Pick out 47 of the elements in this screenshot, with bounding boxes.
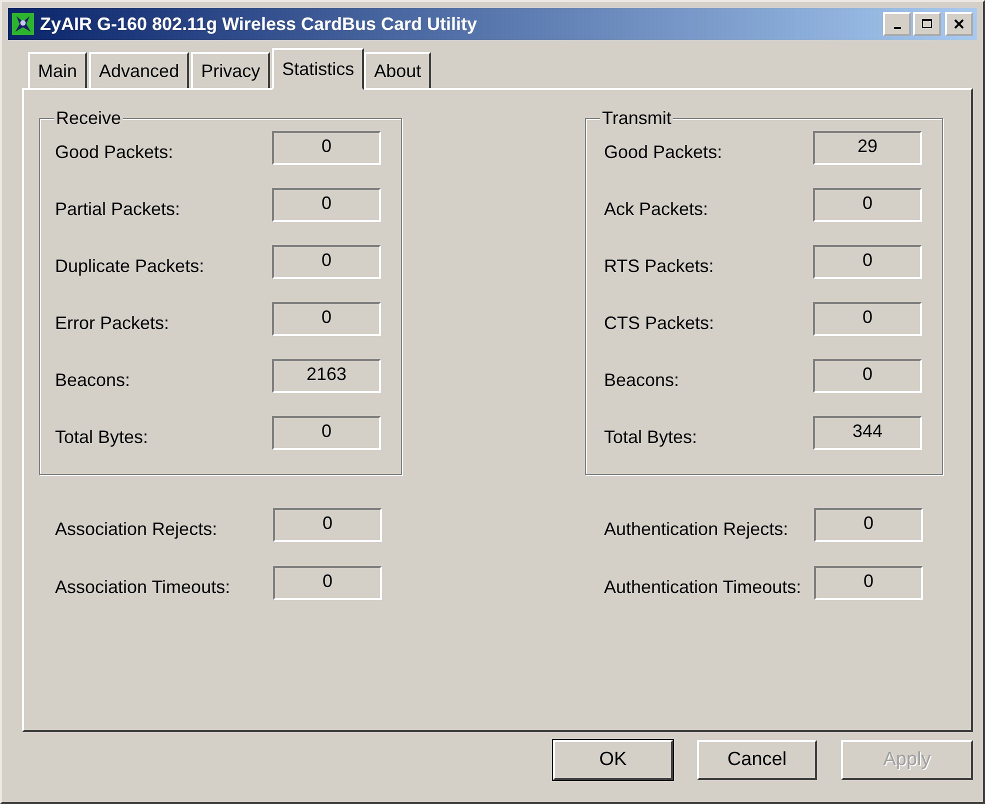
stat-value-field: 0	[272, 416, 381, 450]
window-title: ZyAIR G-160 802.11g Wireless CardBus Card Utility	[40, 14, 478, 34]
stat-value-field: 0	[814, 566, 923, 600]
stat-label: Duplicate Packets:	[55, 254, 206, 276]
stat-label: RTS Packets:	[604, 254, 715, 276]
stat-value-field: 29	[813, 131, 922, 165]
close-icon	[953, 18, 965, 30]
stat-label: Beacons:	[604, 368, 680, 390]
stat-label: Total Bytes:	[604, 426, 698, 448]
stat-label: Total Bytes:	[55, 426, 150, 448]
stat-value-field: 0	[272, 302, 381, 336]
stat-label: Ack Packets:	[604, 198, 710, 220]
dialog-button[interactable]: OK	[553, 740, 673, 780]
stat-label: Good Packets:	[604, 140, 724, 162]
stat-value-field: 0	[272, 245, 381, 279]
stat-label: Good Packets:	[55, 140, 174, 162]
close-button[interactable]	[945, 12, 973, 36]
stat-label: CTS Packets:	[604, 312, 716, 334]
tab[interactable]: Advanced	[89, 52, 190, 88]
tab[interactable]: Privacy	[191, 52, 270, 88]
stat-value-field: 0	[273, 566, 382, 600]
stat-value-field: 0	[273, 508, 382, 542]
stat-label: Authentication Timeouts:	[604, 576, 802, 598]
tab[interactable]: About	[364, 52, 432, 88]
stat-value-field: 344	[813, 416, 922, 450]
tab[interactable]: Main	[28, 52, 88, 88]
stat-value-field: 0	[272, 188, 381, 222]
stat-value-field: 0	[272, 131, 381, 165]
stat-label: Association Rejects:	[55, 518, 218, 540]
stat-value-field: 2163	[272, 359, 381, 393]
stat-value-field: 0	[813, 245, 922, 279]
minimize-button[interactable]	[883, 12, 911, 36]
maximize-button[interactable]	[913, 12, 941, 36]
stat-value-field: 0	[813, 359, 922, 393]
app-icon	[12, 13, 34, 35]
stat-label: Authentication Rejects:	[604, 518, 790, 540]
stat-value-field: 0	[813, 302, 922, 336]
tab[interactable]: Statistics	[272, 48, 364, 90]
minimize-icon	[894, 27, 900, 29]
stat-value-field: 0	[814, 508, 923, 542]
stat-label: Error Packets:	[55, 312, 170, 334]
stat-label: Beacons:	[55, 368, 132, 390]
dialog-button[interactable]: Cancel	[697, 740, 817, 780]
maximize-icon	[921, 18, 933, 30]
stat-label: Association Timeouts:	[55, 576, 232, 598]
stat-value-field: 0	[813, 188, 922, 222]
stat-label: Partial Packets:	[55, 198, 182, 220]
